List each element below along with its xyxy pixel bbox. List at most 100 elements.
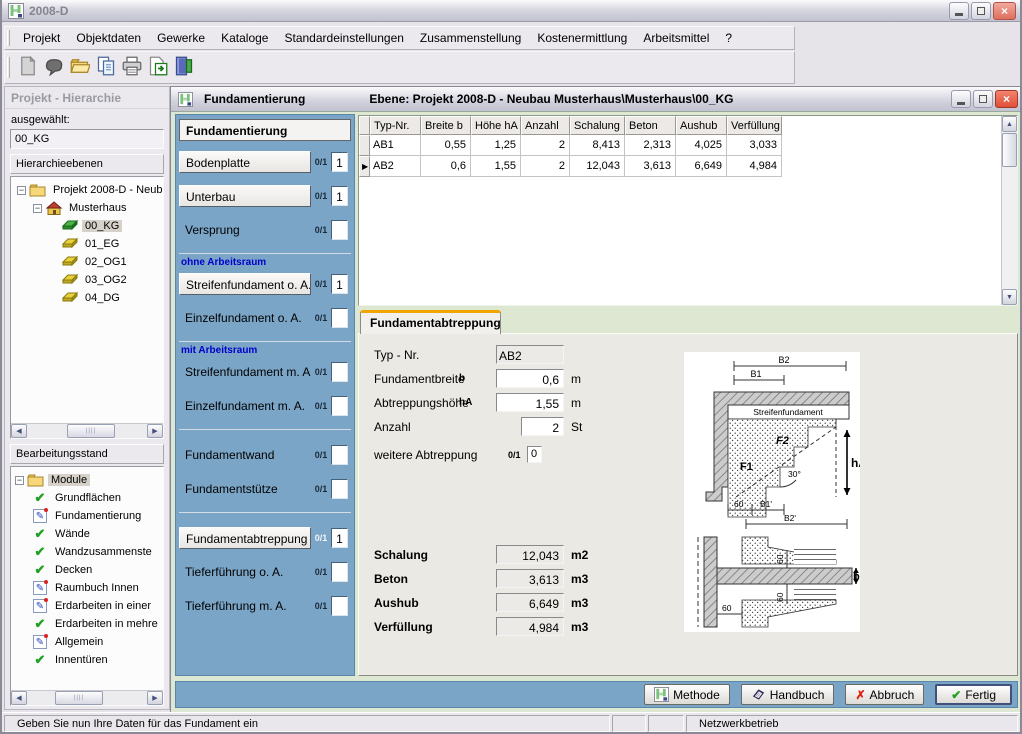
expander-icon[interactable]: −: [33, 204, 42, 213]
nav-button-streifenfundament-o-a[interactable]: Streifenfundament o. A.: [179, 273, 311, 295]
nav-count-box[interactable]: [331, 596, 348, 616]
row-selector[interactable]: [359, 135, 370, 156]
nav-count-box[interactable]: 1: [331, 186, 348, 206]
tree-item-02-og1[interactable]: 02_OG1: [15, 253, 161, 271]
module-close-button[interactable]: ×: [995, 90, 1018, 108]
cell-beton[interactable]: 2,313: [625, 135, 676, 156]
scroll-up-button[interactable]: ▲: [1002, 116, 1017, 132]
cell-beton[interactable]: 3,613: [625, 156, 676, 177]
row-selector-current[interactable]: ▶: [359, 156, 370, 177]
cell-schalung[interactable]: 12,043: [570, 156, 625, 177]
cell-breite-b[interactable]: 0,6: [421, 156, 471, 177]
menu-item-projekt[interactable]: Projekt: [15, 28, 68, 48]
nav-button-versprung[interactable]: Versprung: [179, 219, 311, 241]
scroll-right-button[interactable]: ▶: [147, 691, 163, 705]
abbruch-button[interactable]: ✗Abbruch: [845, 684, 924, 705]
scroll-down-button[interactable]: ▼: [1002, 289, 1017, 305]
module-minimize-button[interactable]: [951, 90, 971, 108]
scroll-thumb[interactable]: ||||: [55, 691, 103, 705]
fertig-button[interactable]: ✔Fertig: [935, 684, 1012, 705]
tree-item-03-og2[interactable]: 03_OG2: [15, 271, 161, 289]
table-row-ab2[interactable]: ▶AB20,61,55212,0433,6136,6494,984: [359, 156, 1017, 177]
table-row-ab1[interactable]: AB10,551,2528,4132,3134,0253,033: [359, 135, 1017, 156]
scroll-left-button[interactable]: ◀: [11, 424, 27, 438]
module-item-raumbuch-innen[interactable]: ✎Raumbuch Innen: [15, 579, 161, 597]
column-header-höhe-ha[interactable]: Höhe hA: [471, 116, 521, 135]
column-header-anzahl[interactable]: Anzahl: [521, 116, 570, 135]
tab-fundamentabtreppung[interactable]: Fundamentabtreppung: [360, 310, 501, 334]
restore-button[interactable]: [971, 2, 991, 20]
module-item-fundamentierung[interactable]: ✎Fundamentierung: [15, 507, 161, 525]
nav-button-fundamentabtreppung[interactable]: Fundamentabtreppung: [179, 527, 311, 549]
minimize-button[interactable]: [949, 2, 969, 20]
expander-icon[interactable]: −: [17, 186, 26, 195]
nav-button-unterbau[interactable]: Unterbau: [179, 185, 311, 207]
module-item-decken[interactable]: ✔Decken: [15, 561, 161, 579]
nav-count-box[interactable]: [331, 220, 348, 240]
nav-button-tieferführung-m-a[interactable]: Tieferführung m. A.: [179, 595, 311, 617]
column-header-beton[interactable]: Beton: [625, 116, 676, 135]
nav-count-box[interactable]: [331, 479, 348, 499]
cell-verfüllung[interactable]: 4,984: [727, 156, 782, 177]
cell-höhe-ha[interactable]: 1,25: [471, 135, 521, 156]
module-window-titlebar[interactable]: Fundamentierung Ebene: Projekt 2008-D - …: [171, 87, 1022, 112]
open-folder-button[interactable]: [67, 55, 93, 81]
column-header-breite-b[interactable]: Breite b: [421, 116, 471, 135]
menu-item-kostenermittlung[interactable]: Kostenermittlung: [529, 28, 635, 48]
field-abtreppungshöhe[interactable]: 1,55: [496, 393, 564, 412]
nav-count-box[interactable]: [331, 308, 348, 328]
column-header-schalung[interactable]: Schalung: [570, 116, 625, 135]
nav-button-streifenfundament-m-a[interactable]: Streifenfundament m. A.: [179, 361, 311, 383]
module-item-erdarbeiten-in-mehre[interactable]: ✔Erdarbeiten in mehre: [15, 615, 161, 633]
module-item-innentüren[interactable]: ✔Innentüren: [15, 651, 161, 669]
nav-button-bodenplatte[interactable]: Bodenplatte: [179, 151, 311, 173]
tree-item-module-root[interactable]: −Module: [15, 471, 161, 489]
field-typ-nr[interactable]: AB2: [496, 345, 564, 364]
cell-anzahl[interactable]: 2: [521, 156, 570, 177]
nav-count-box[interactable]: [331, 562, 348, 582]
cell-aushub[interactable]: 6,649: [676, 156, 727, 177]
scroll-thumb[interactable]: [1002, 133, 1017, 167]
cell-höhe-ha[interactable]: 1,55: [471, 156, 521, 177]
notes-button[interactable]: [41, 55, 67, 81]
field-weitere-abtreppung[interactable]: 0: [527, 446, 542, 463]
field-fundamentbreite[interactable]: 0,6: [496, 369, 564, 388]
nav-button-einzelfundament-o-a[interactable]: Einzelfundament o. A.: [179, 307, 311, 329]
module-restore-button[interactable]: [973, 90, 993, 108]
menu-item-gewerke[interactable]: Gewerke: [149, 28, 213, 48]
nav-button-einzelfundament-m-a[interactable]: Einzelfundament m. A.: [179, 395, 311, 417]
nav-count-box[interactable]: 1: [331, 274, 348, 294]
module-item-grundflächen[interactable]: ✔Grundflächen: [15, 489, 161, 507]
exit-button[interactable]: [171, 55, 197, 81]
tree-item-01-eg[interactable]: 01_EG: [15, 235, 161, 253]
tree-item-04-dg[interactable]: 04_DG: [15, 289, 161, 307]
scroll-left-button[interactable]: ◀: [11, 691, 27, 705]
module-item-erdarbeiten-in-einer[interactable]: ✎Erdarbeiten in einer: [15, 597, 161, 615]
cell-typ-nr[interactable]: AB2: [370, 156, 421, 177]
menu-item-[interactable]: ?: [717, 28, 740, 48]
copy-button[interactable]: [93, 55, 119, 81]
cell-aushub[interactable]: 4,025: [676, 135, 727, 156]
module-item-allgemein[interactable]: ✎Allgemein: [15, 633, 161, 651]
selected-level-field[interactable]: 00_KG: [10, 129, 164, 149]
toolbar-grip[interactable]: [7, 57, 10, 79]
hierarchy-tree-hscrollbar[interactable]: ◀ |||| ▶: [11, 423, 163, 438]
nav-count-box[interactable]: 1: [331, 528, 348, 548]
print-button[interactable]: [119, 55, 145, 81]
module-tree-hscrollbar[interactable]: ◀ |||| ▶: [11, 690, 163, 705]
column-header-aushub[interactable]: Aushub: [676, 116, 727, 135]
module-item-wände[interactable]: ✔Wände: [15, 525, 161, 543]
module-item-wandzusammenste[interactable]: ✔Wandzusammenste: [15, 543, 161, 561]
nav-button-fundamentwand[interactable]: Fundamentwand: [179, 444, 311, 466]
cell-typ-nr[interactable]: AB1: [370, 135, 421, 156]
nav-count-box[interactable]: 1: [331, 152, 348, 172]
nav-count-box[interactable]: [331, 396, 348, 416]
nav-count-box[interactable]: [331, 362, 348, 382]
scroll-thumb[interactable]: ||||: [67, 424, 115, 438]
app-titlebar[interactable]: 2008-D ×: [2, 0, 1020, 22]
tree-item-00-kg[interactable]: 00_KG: [15, 217, 161, 235]
menu-item-objektdaten[interactable]: Objektdaten: [68, 28, 149, 48]
table-vscrollbar[interactable]: ▲ ▼: [1001, 116, 1017, 305]
nav-button-fundamentstütze[interactable]: Fundamentstütze: [179, 478, 311, 500]
column-header-verfüllung[interactable]: Verfüllung: [727, 116, 782, 135]
